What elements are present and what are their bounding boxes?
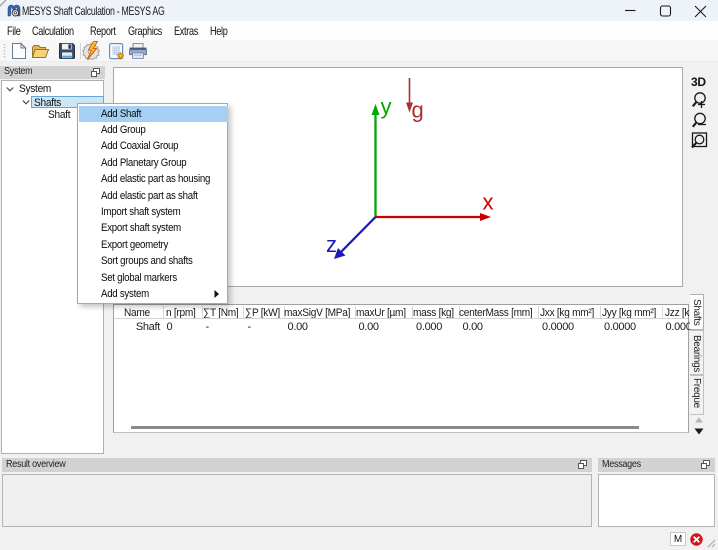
svg-text:g: g [412, 98, 424, 123]
svg-text:z: z [326, 232, 337, 257]
svg-text:x: x [483, 190, 494, 215]
svg-text:y: y [381, 94, 392, 119]
